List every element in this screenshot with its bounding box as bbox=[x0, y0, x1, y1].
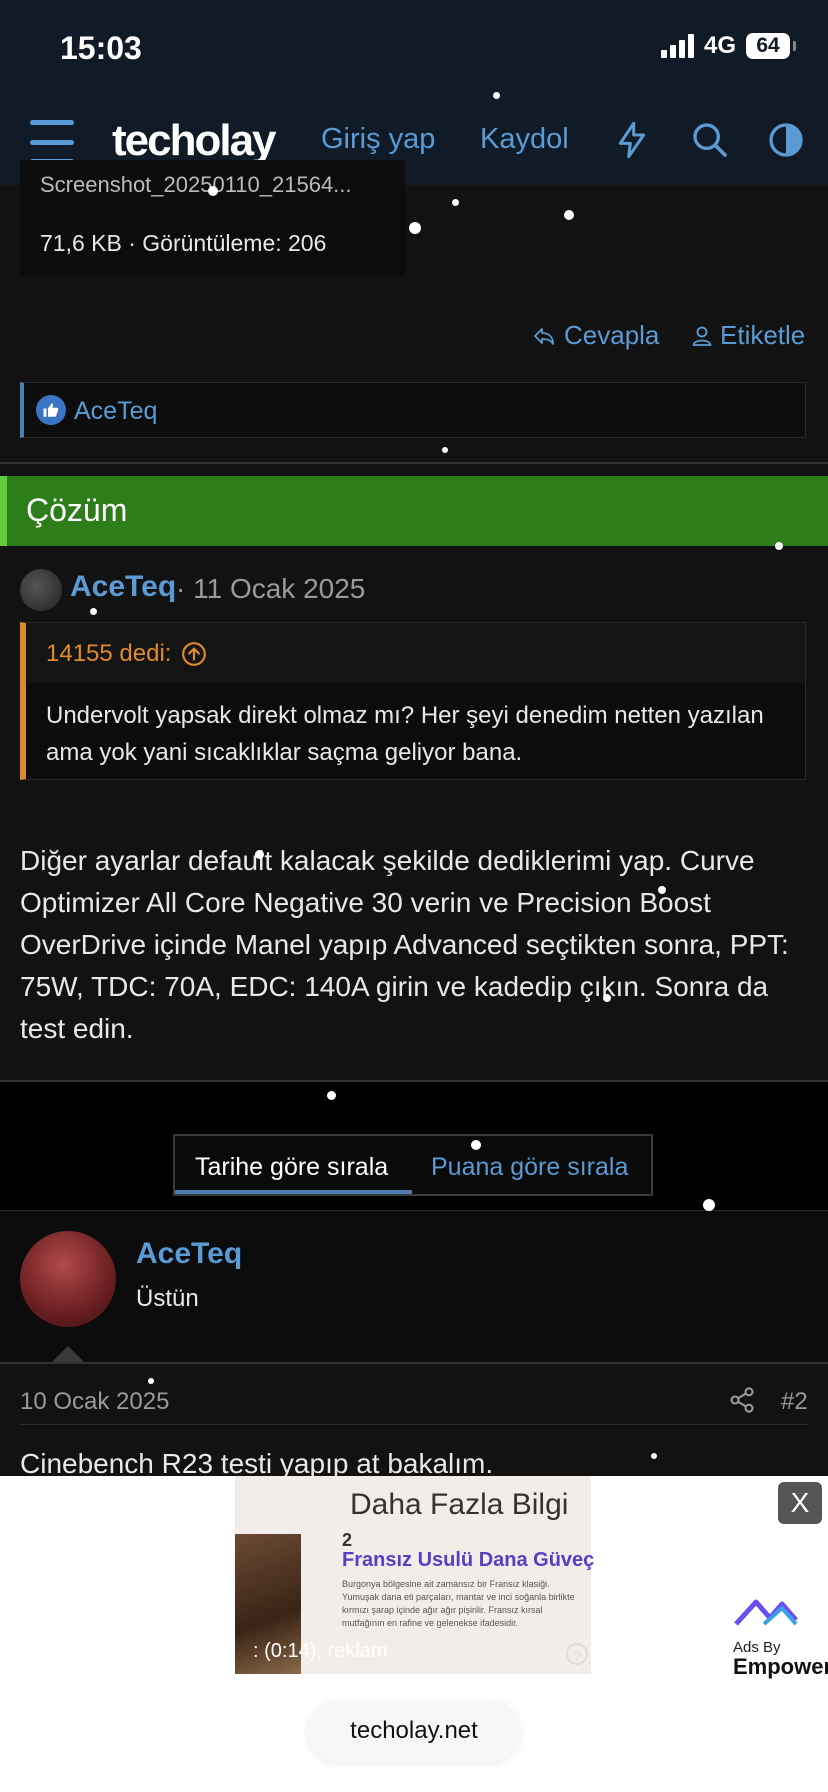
user-title: Üstün bbox=[136, 1285, 199, 1312]
arrow-up-circle-icon[interactable] bbox=[181, 641, 207, 667]
battery-icon: 64 bbox=[746, 33, 796, 59]
reaction-user-link[interactable]: AceTeq bbox=[74, 397, 157, 426]
solution-body: Diğer ayarlar default kalacak şekilde de… bbox=[20, 845, 789, 1044]
attachment-name[interactable]: Screenshot_20250110_21564... bbox=[40, 172, 352, 198]
pointer-arrow bbox=[51, 1346, 85, 1363]
quote-author[interactable]: 14155 dedi: bbox=[46, 640, 207, 668]
help-icon[interactable]: ? bbox=[566, 1643, 588, 1665]
snowflake bbox=[208, 186, 218, 196]
snowflake bbox=[651, 1453, 657, 1459]
site-logo[interactable]: techolay bbox=[112, 116, 277, 166]
network-type: 4G bbox=[703, 32, 736, 59]
avatar[interactable] bbox=[20, 1231, 116, 1327]
snowflake bbox=[564, 210, 574, 220]
reply-button[interactable]: Cevapla bbox=[530, 320, 659, 351]
post-user-block bbox=[0, 1210, 828, 1363]
solution-author-link[interactable]: AceTeq bbox=[70, 570, 176, 604]
snowflake bbox=[442, 447, 448, 453]
like-icon bbox=[36, 395, 66, 425]
snowflake bbox=[255, 850, 264, 859]
status-time: 15:03 bbox=[60, 30, 142, 66]
status-indicators: 4G 64 bbox=[660, 32, 796, 60]
ad-more-info-link[interactable]: Daha Fazla Bilgi bbox=[350, 1488, 568, 1522]
ad-headline: Fransız Usulü Dana Güveç bbox=[342, 1549, 595, 1571]
divider bbox=[20, 1424, 808, 1425]
reply-label: Cevapla bbox=[564, 320, 660, 350]
post-number-link[interactable]: #2 bbox=[781, 1388, 808, 1416]
quote-text: Undervolt yapsak direkt olmaz mı? Her şe… bbox=[46, 702, 764, 766]
attachment-meta: 71,6 KB · Görüntüleme: 206 bbox=[40, 230, 327, 256]
snowflake bbox=[703, 1199, 715, 1211]
solution-label: Çözüm bbox=[26, 492, 128, 528]
register-link[interactable]: Kaydol bbox=[480, 123, 569, 156]
snowflake bbox=[493, 92, 500, 99]
snowflake bbox=[90, 608, 97, 615]
quote-author-label: 14155 dedi: bbox=[46, 640, 172, 667]
post-date[interactable]: 10 Ocak 2025 bbox=[20, 1388, 169, 1416]
active-tab-indicator bbox=[175, 1190, 412, 1194]
divider bbox=[0, 1362, 828, 1364]
solution-date[interactable]: · 11 Ocak 2025 bbox=[176, 573, 365, 605]
snowflake bbox=[148, 1378, 154, 1384]
ad-brand[interactable]: Empower bbox=[733, 1654, 828, 1680]
signal-icon bbox=[660, 34, 694, 58]
snowflake bbox=[452, 199, 459, 206]
menu-icon[interactable] bbox=[30, 120, 74, 164]
theme-toggle-icon[interactable] bbox=[766, 120, 806, 160]
snowflake bbox=[471, 1140, 481, 1150]
avatar[interactable] bbox=[20, 569, 62, 611]
snowflake bbox=[327, 1091, 336, 1100]
reply-icon bbox=[534, 327, 554, 345]
tab-sort-by-score[interactable]: Puana göre sırala bbox=[431, 1153, 628, 1182]
tag-button[interactable]: Etiketle bbox=[690, 320, 805, 351]
empower-logo-icon bbox=[734, 1599, 798, 1626]
ad-number: 2 bbox=[342, 1530, 353, 1550]
login-link[interactable]: Giriş yap bbox=[321, 123, 435, 156]
divider bbox=[0, 462, 828, 464]
user-icon bbox=[692, 326, 712, 346]
tab-sort-by-date[interactable]: Tarihe göre sırala bbox=[195, 1153, 388, 1182]
browser-url-bar[interactable]: techolay.net bbox=[307, 1700, 521, 1762]
bolt-icon[interactable] bbox=[612, 120, 652, 160]
snowflake bbox=[409, 222, 421, 234]
ad-description: Burgonya bölgesine ait zamansız bir Fran… bbox=[342, 1579, 575, 1628]
ad-close-button[interactable]: X bbox=[778, 1482, 822, 1524]
snowflake bbox=[775, 542, 783, 550]
snowflake bbox=[658, 886, 666, 894]
ad-timer: : (0:14), reklam bbox=[253, 1640, 388, 1662]
tag-label: Etiketle bbox=[720, 320, 806, 350]
search-icon[interactable] bbox=[690, 120, 730, 160]
snowflake bbox=[603, 994, 611, 1002]
share-icon[interactable] bbox=[728, 1386, 756, 1414]
post-author-link[interactable]: AceTeq bbox=[136, 1237, 242, 1271]
